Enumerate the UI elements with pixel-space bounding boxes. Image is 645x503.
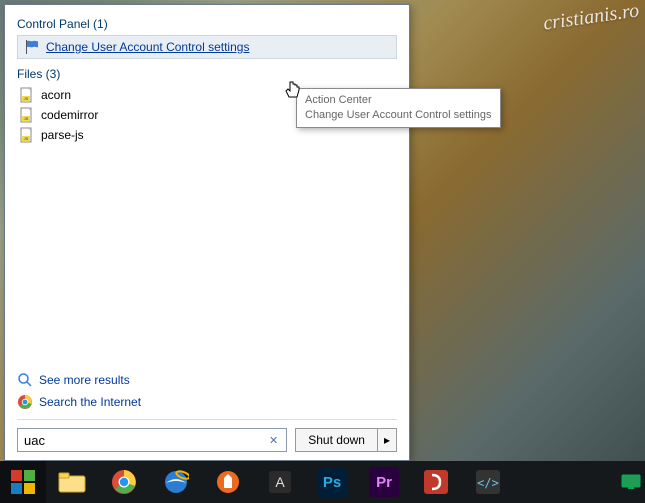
taskbar-app-code[interactable]: </> — [462, 461, 514, 503]
taskbar-chrome[interactable] — [98, 461, 150, 503]
js-file-icon: JS — [19, 107, 35, 123]
tooltip-line1: Action Center — [305, 93, 492, 108]
pr-label: Pr — [369, 467, 399, 497]
see-more-results[interactable]: See more results — [17, 369, 397, 391]
search-internet[interactable]: Search the Internet — [17, 391, 397, 413]
search-icon — [17, 372, 33, 388]
taskbar-app-orange[interactable] — [202, 461, 254, 503]
taskbar-file-explorer[interactable] — [46, 461, 98, 503]
control-panel-section-header: Control Panel (1) — [17, 17, 397, 31]
tooltip-line2: Change User Account Control settings — [305, 108, 492, 123]
js-file-icon: JS — [19, 127, 35, 143]
taskbar-ie[interactable] — [150, 461, 202, 503]
see-more-label: See more results — [39, 373, 130, 387]
svg-text:</>: </> — [477, 476, 499, 490]
taskbar-app-red[interactable] — [410, 461, 462, 503]
start-footer: ✕ Shut down ▸ — [17, 419, 397, 452]
start-button[interactable] — [0, 461, 46, 503]
clear-search-icon[interactable]: ✕ — [265, 434, 282, 447]
svg-text:JS: JS — [24, 136, 29, 141]
svg-text:JS: JS — [24, 116, 29, 121]
flag-icon — [24, 39, 40, 55]
results-area: Control Panel (1) Change User Account Co… — [17, 15, 397, 369]
desktop: cristianis.ro Control Panel (1) Change U… — [0, 0, 645, 503]
ps-label: Ps — [317, 467, 347, 497]
taskbar-app-a[interactable]: A — [254, 461, 306, 503]
search-internet-label: Search the Internet — [39, 395, 141, 409]
file-label: parse-js — [41, 128, 84, 142]
chrome-icon — [17, 394, 33, 410]
search-input[interactable] — [22, 433, 265, 448]
files-section-header: Files (3) — [17, 67, 397, 81]
search-box[interactable]: ✕ — [17, 428, 287, 452]
taskbar-tray — [617, 461, 645, 503]
shutdown-button[interactable]: Shut down — [295, 428, 377, 452]
watermark-text: cristianis.ro — [541, 0, 640, 36]
bottom-links: See more results Search the Internet — [17, 369, 397, 413]
taskbar: A Ps Pr </> — [0, 461, 645, 503]
shutdown-options-arrow[interactable]: ▸ — [377, 428, 397, 452]
svg-text:A: A — [275, 474, 285, 490]
js-file-icon: JS — [19, 87, 35, 103]
file-label: codemirror — [41, 108, 98, 122]
taskbar-photoshop[interactable]: Ps — [306, 461, 358, 503]
start-menu-search-panel: Control Panel (1) Change User Account Co… — [4, 4, 410, 461]
taskbar-premiere[interactable]: Pr — [358, 461, 410, 503]
file-label: acorn — [41, 88, 71, 102]
svg-text:JS: JS — [24, 96, 29, 101]
file-result-parse-js[interactable]: JS parse-js — [17, 125, 397, 145]
uac-settings-link[interactable]: Change User Account Control settings — [46, 40, 249, 54]
tooltip: Action Center Change User Account Contro… — [296, 88, 501, 128]
tray-item[interactable] — [617, 461, 645, 503]
uac-settings-result[interactable]: Change User Account Control settings — [17, 35, 397, 59]
shutdown-split-button: Shut down ▸ — [295, 428, 397, 452]
